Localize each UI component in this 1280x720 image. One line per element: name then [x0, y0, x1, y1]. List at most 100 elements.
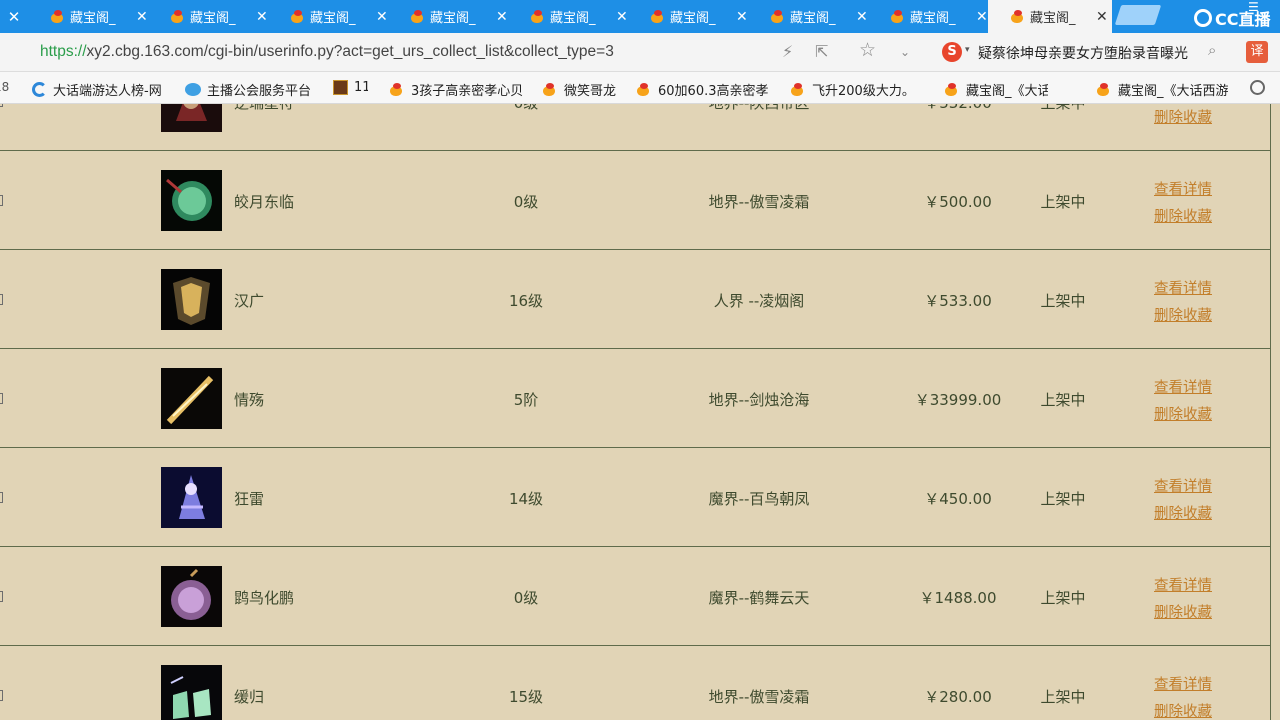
tab-2[interactable]: 藏宝阁_ ✕ [268, 0, 392, 33]
close-tab-icon[interactable]: ✕ [376, 9, 388, 25]
tab-3[interactable]: 藏宝阁_ ✕ [388, 0, 512, 33]
translate-button[interactable]: 译 [1246, 41, 1268, 63]
row-checkbox[interactable] [0, 393, 3, 404]
close-tab-icon[interactable]: ✕ [976, 9, 988, 25]
delete-collect-link[interactable]: 删除收藏 [1154, 106, 1212, 127]
bookmark-item[interactable]: 飞升200级大力。 [790, 80, 915, 99]
tab-1[interactable]: 藏宝阁_ ✕ [148, 0, 272, 33]
lightning-icon[interactable]: ⚡ [782, 42, 793, 61]
item-server: 地界--陕西帝区 [670, 104, 848, 113]
delete-collect-link[interactable]: 删除收藏 [1154, 700, 1212, 720]
bookmark-label: 11 [354, 80, 368, 95]
bookmark-more[interactable] [1250, 80, 1265, 95]
view-details-link[interactable]: 查看详情 [1154, 178, 1212, 199]
star-icon[interactable]: ☆ [859, 39, 876, 61]
cbg-favicon-icon [530, 9, 546, 24]
bookmark-item[interactable]: 主播公会服务平台 [185, 80, 311, 99]
tab-6[interactable]: 藏宝阁_ ✕ [748, 0, 872, 33]
bookmark-label: 大话端游达人榜-网 [53, 84, 162, 99]
item-level: 0级 [513, 193, 539, 211]
tab-7[interactable]: 藏宝阁_ ✕ [868, 0, 992, 33]
item-thumbnail[interactable] [161, 467, 222, 528]
item-level: 15级 [508, 688, 544, 706]
url-field[interactable]: https://xy2.cbg.163.com/cgi-bin/userinfo… [40, 43, 614, 61]
delete-collect-link[interactable]: 删除收藏 [1154, 304, 1212, 325]
tab-5[interactable]: 藏宝阁_ ✕ [628, 0, 752, 33]
close-icon[interactable]: ✕ [0, 0, 28, 33]
item-name: 汉广 [234, 292, 265, 310]
search-input[interactable]: 疑蔡徐坤母亲要女方堕胎录音曝光 [978, 43, 1203, 63]
new-tab-button[interactable] [1114, 5, 1162, 25]
address-bar[interactable]: https://xy2.cbg.163.com/cgi-bin/userinfo… [0, 33, 1280, 72]
row-checkbox[interactable] [0, 195, 3, 206]
item-thumbnail[interactable] [161, 665, 222, 720]
item-thumbnail[interactable] [161, 104, 222, 132]
search-icon[interactable]: ⌕ [1208, 41, 1216, 59]
tab-title: 藏宝阁_ [670, 11, 716, 26]
item-price: ￥533.00 [924, 292, 992, 310]
item-level: 0级 [513, 589, 539, 607]
row-checkbox[interactable] [0, 294, 3, 305]
close-tab-icon[interactable]: ✕ [1096, 9, 1108, 25]
view-details-link[interactable]: 查看详情 [1154, 574, 1212, 595]
row-checkbox[interactable] [0, 690, 3, 701]
bookmark-item[interactable]: 大话端游达人榜-网 [32, 80, 162, 99]
row-checkbox[interactable] [0, 104, 3, 107]
fav-icon [790, 82, 806, 97]
table-row: 缓归 15级 地界--傲雪凌霜 ￥280.00 上架中 查看详情 删除收藏 [0, 646, 1270, 720]
close-tab-icon[interactable]: ✕ [496, 9, 508, 25]
close-tab-icon[interactable]: ✕ [136, 9, 148, 25]
caret-down-icon[interactable]: ▾ [965, 45, 970, 55]
tab-8[interactable]: 藏宝阁_ ✕ [988, 0, 1112, 33]
view-details-link[interactable]: 查看详情 [1154, 277, 1212, 298]
item-thumbnail[interactable] [161, 566, 222, 627]
row-checkbox[interactable] [0, 492, 3, 503]
bookmark-partial[interactable]: 18 [0, 80, 9, 94]
item-name: 情殇 [234, 391, 265, 409]
item-status: 上架中 [1040, 490, 1086, 508]
delete-collect-link[interactable]: 删除收藏 [1154, 502, 1212, 523]
item-status: 上架中 [1040, 292, 1086, 310]
menu-icon[interactable]: ☰ [1248, 0, 1259, 14]
globe-icon [1250, 80, 1265, 95]
item-level: 14级 [508, 490, 544, 508]
item-server: 地界--傲雪凌霜 [708, 688, 810, 706]
tab-title: 藏宝阁_ [310, 11, 356, 26]
close-tab-icon[interactable]: ✕ [736, 9, 748, 25]
close-tab-icon[interactable]: ✕ [616, 9, 628, 25]
bookmark-label: 60加60.3高亲密孝 [658, 84, 769, 99]
bookmark-item[interactable]: 微笑哥龙 [542, 80, 616, 99]
item-thumbnail[interactable] [161, 170, 222, 231]
close-tab-icon[interactable]: ✕ [856, 9, 868, 25]
tab-title: 藏宝阁_ [190, 11, 236, 26]
share-icon[interactable]: ⇱ [815, 42, 828, 61]
item-thumbnail[interactable] [161, 368, 222, 429]
item-status: 上架中 [1024, 104, 1102, 113]
tab-title: 藏宝阁_ [910, 11, 956, 26]
chevron-down-icon[interactable]: ⌄ [900, 45, 910, 59]
tab-0[interactable]: 藏宝阁_ ✕ [28, 0, 152, 33]
view-details-link[interactable]: 查看详情 [1154, 673, 1212, 694]
item-thumbnail[interactable] [161, 269, 222, 330]
view-details-link[interactable]: 查看详情 [1154, 376, 1212, 397]
delete-collect-link[interactable]: 删除收藏 [1154, 601, 1212, 622]
bookmark-item[interactable]: 3孩子高亲密孝心贝 [389, 80, 523, 99]
close-tab-icon[interactable]: ✕ [256, 9, 268, 25]
search-engine-icon[interactable]: S [942, 42, 962, 62]
view-details-link[interactable]: 查看详情 [1154, 475, 1212, 496]
bookmark-label: 主播公会服务平台 [207, 84, 312, 99]
item-server: 地界--傲雪凌霜 [708, 193, 810, 211]
delete-collect-link[interactable]: 删除收藏 [1154, 403, 1212, 424]
bookmark-item[interactable]: 60加60.3高亲密孝 [636, 80, 769, 99]
row-checkbox[interactable] [0, 591, 3, 602]
cbg-favicon-icon [770, 9, 786, 24]
bookmark-item[interactable]: 藏宝阁_《大话西游 [944, 80, 1048, 99]
table-row: 狂雷 14级 魔界--百鸟朝凤 ￥450.00 上架中 查看详情 删除收藏 [0, 448, 1270, 547]
table-row: 鹍鸟化鹏 0级 魔界--鹤舞云天 ￥1488.00 上架中 查看详情 删除收藏 [0, 547, 1270, 646]
bookmarks-bar: 18 大话端游达人榜-网 主播公会服务平台 11 3孩子高亲密孝心贝 微笑哥龙 60加60… [0, 72, 1280, 104]
tab-4[interactable]: 藏宝阁_ ✕ [508, 0, 632, 33]
bookmark-item[interactable]: 11 [333, 80, 368, 95]
bookmark-item[interactable]: 藏宝阁_《大话西游 [1096, 80, 1229, 99]
delete-collect-link[interactable]: 删除收藏 [1154, 205, 1212, 226]
cbg-favicon-icon [290, 9, 306, 24]
